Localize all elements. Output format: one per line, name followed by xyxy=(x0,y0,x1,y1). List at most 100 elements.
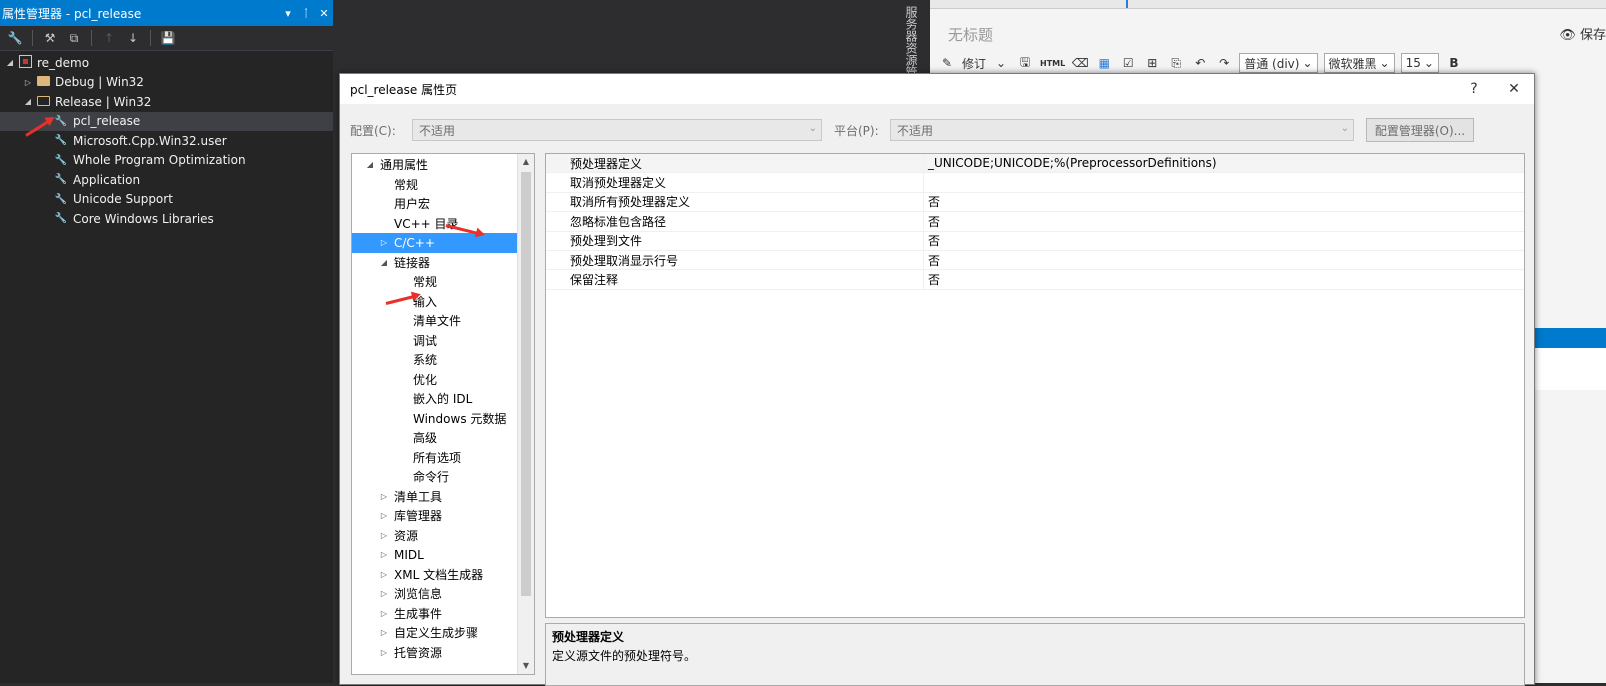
category-item[interactable]: 用户宏 xyxy=(352,194,518,214)
category-item[interactable]: ◢ 链接器 xyxy=(352,253,518,273)
category-item[interactable]: ▷ 库管理器 xyxy=(352,506,518,526)
category-item[interactable]: 优化 xyxy=(352,370,518,390)
expand-arrow-icon[interactable]: ▷ xyxy=(378,589,390,598)
category-item[interactable]: 嵌入的 IDL xyxy=(352,389,518,409)
tree-item[interactable]: ◢ re_demo xyxy=(0,53,333,73)
close-icon[interactable]: ✕ xyxy=(315,7,333,20)
category-item[interactable]: ▷ 自定义生成步骤 xyxy=(352,623,518,643)
expand-arrow-icon[interactable]: ▷ xyxy=(22,78,34,87)
save-icon[interactable]: 💾 xyxy=(157,31,179,45)
html-button[interactable]: HTML xyxy=(1040,59,1065,68)
category-item[interactable]: ▷ C/C++ xyxy=(352,233,518,253)
property-value[interactable]: 否 xyxy=(924,271,1524,288)
configuration-manager-button[interactable]: 配置管理器(O)... xyxy=(1366,118,1474,142)
tree-item[interactable]: ▷ Debug | Win32 xyxy=(0,73,333,93)
scroll-down-icon[interactable]: ▼ xyxy=(518,658,534,674)
category-item[interactable]: ▷ 生成事件 xyxy=(352,604,518,624)
document-title[interactable]: 无标题 xyxy=(948,24,993,45)
tree-item[interactable]: 🔧 Unicode Support xyxy=(0,190,333,210)
category-item[interactable]: 常规 xyxy=(352,175,518,195)
category-item[interactable]: 调试 xyxy=(352,331,518,351)
category-item[interactable]: ◢ 通用属性 xyxy=(352,155,518,175)
category-item[interactable]: 所有选项 xyxy=(352,448,518,468)
category-item[interactable]: 输入 xyxy=(352,292,518,312)
redo-icon[interactable]: ↷ xyxy=(1215,56,1233,70)
expand-arrow-icon[interactable]: ▷ xyxy=(378,492,390,501)
property-row[interactable]: 取消所有预处理器定义否 xyxy=(546,192,1524,213)
size-select[interactable]: 15 ⌄ xyxy=(1400,53,1439,73)
property-value[interactable]: _UNICODE;UNICODE;%(PreprocessorDefinitio… xyxy=(924,156,1524,170)
category-item[interactable]: ▷ 托管资源 xyxy=(352,643,518,663)
tree-item[interactable]: 🔧 Microsoft.Cpp.Win32.user xyxy=(0,131,333,151)
category-item[interactable]: Windows 元数据 xyxy=(352,409,518,429)
category-scrollbar[interactable]: ▲ ▼ xyxy=(517,154,534,674)
tree-item[interactable]: ◢ Release | Win32 xyxy=(0,92,333,112)
chevron-down-icon[interactable]: ⌄ xyxy=(992,56,1010,70)
save-link[interactable]: 👁 保存 xyxy=(1559,24,1606,43)
table-icon[interactable]: ⊞ xyxy=(1143,56,1161,70)
property-value[interactable]: 否 xyxy=(924,213,1524,230)
pencil-icon[interactable]: ✎ xyxy=(938,56,956,70)
expand-arrow-icon[interactable]: ▷ xyxy=(378,511,390,520)
tree-item[interactable]: 🔧 Core Windows Libraries xyxy=(0,209,333,229)
expand-arrow-icon[interactable]: ▷ xyxy=(378,570,390,579)
category-item[interactable]: ▷ 清单工具 xyxy=(352,487,518,507)
checkbox-icon[interactable]: ☑ xyxy=(1119,56,1137,70)
platform-combobox[interactable]: 不适用 ⌄ xyxy=(890,119,1354,141)
property-row[interactable]: 预处理器定义 _UNICODE;UNICODE;%(PreprocessorDef… xyxy=(546,154,1524,174)
close-button[interactable]: ✕ xyxy=(1494,81,1534,97)
property-row[interactable]: 预处理到文件否 xyxy=(546,231,1524,251)
category-item[interactable]: ▷ 浏览信息 xyxy=(352,584,518,604)
dropdown-icon[interactable]: ▾ xyxy=(279,7,297,20)
property-row[interactable]: 保留注释否 xyxy=(546,270,1524,290)
eraser-icon[interactable]: ⌫ xyxy=(1071,56,1089,70)
category-item[interactable]: 高级 xyxy=(352,428,518,448)
add-existing-sheet-icon[interactable]: ⧉ xyxy=(63,31,85,46)
property-value[interactable]: 否 xyxy=(924,252,1524,269)
tree-item[interactable]: 🔧 Application xyxy=(0,170,333,190)
save-icon[interactable]: 🖫 xyxy=(1016,53,1034,74)
wrench-icon[interactable]: 🔧 xyxy=(4,31,26,45)
add-property-sheet-icon[interactable]: ⚒ xyxy=(39,31,61,45)
expand-arrow-icon[interactable]: ▷ xyxy=(378,609,390,618)
expand-arrow-icon[interactable]: ◢ xyxy=(364,160,376,169)
format-painter-icon[interactable]: ▦ xyxy=(1095,56,1113,70)
category-item[interactable]: ▷ MIDL xyxy=(352,545,518,565)
expand-arrow-icon[interactable]: ▷ xyxy=(378,628,390,637)
category-item[interactable]: 常规 xyxy=(352,272,518,292)
help-button[interactable]: ? xyxy=(1454,81,1494,97)
scroll-up-icon[interactable]: ▲ xyxy=(518,154,534,170)
expand-arrow-icon[interactable]: ◢ xyxy=(22,97,34,106)
insert-icon[interactable]: ⎘ xyxy=(1167,56,1185,71)
undo-icon[interactable]: ↶ xyxy=(1191,56,1209,70)
expand-arrow-icon[interactable]: ▷ xyxy=(378,648,390,657)
expand-arrow-icon[interactable]: ▷ xyxy=(378,550,390,559)
category-item[interactable]: 系统 xyxy=(352,350,518,370)
tree-item[interactable]: 🔧 Whole Program Optimization xyxy=(0,151,333,171)
move-up-icon[interactable]: ↑ xyxy=(98,31,120,45)
category-item[interactable]: 清单文件 xyxy=(352,311,518,331)
category-item[interactable]: VC++ 目录 xyxy=(352,214,518,234)
revise-button[interactable]: 修订 xyxy=(962,55,986,72)
property-value[interactable]: 否 xyxy=(924,232,1524,249)
pin-icon[interactable]: ᛙ xyxy=(297,7,315,20)
category-label: 嵌入的 IDL xyxy=(413,392,473,407)
property-row[interactable]: 取消预处理器定义 xyxy=(546,173,1524,193)
expand-arrow-icon[interactable]: ◢ xyxy=(378,258,390,267)
expand-arrow-icon[interactable]: ▷ xyxy=(378,238,390,247)
move-down-icon[interactable]: ↓ xyxy=(122,31,144,45)
property-row[interactable]: 预处理取消显示行号否 xyxy=(546,250,1524,271)
property-row[interactable]: 忽略标准包含路径否 xyxy=(546,212,1524,232)
category-item[interactable]: 命令行 xyxy=(352,467,518,487)
property-value[interactable]: 否 xyxy=(924,193,1524,210)
scroll-thumb[interactable] xyxy=(521,172,531,596)
font-select[interactable]: 微软雅黑 ⌄ xyxy=(1323,53,1395,73)
config-combobox[interactable]: 不适用 ⌄ xyxy=(412,119,822,141)
format-select[interactable]: 普通 (div) ⌄ xyxy=(1239,53,1318,73)
bold-button[interactable]: B xyxy=(1445,56,1463,70)
expand-arrow-icon[interactable]: ▷ xyxy=(378,531,390,540)
category-item[interactable]: ▷ 资源 xyxy=(352,526,518,546)
category-item[interactable]: ▷ XML 文档生成器 xyxy=(352,565,518,585)
server-explorer-tab[interactable]: 服务器资源管 xyxy=(896,0,920,79)
expand-arrow-icon[interactable]: ◢ xyxy=(4,58,16,67)
